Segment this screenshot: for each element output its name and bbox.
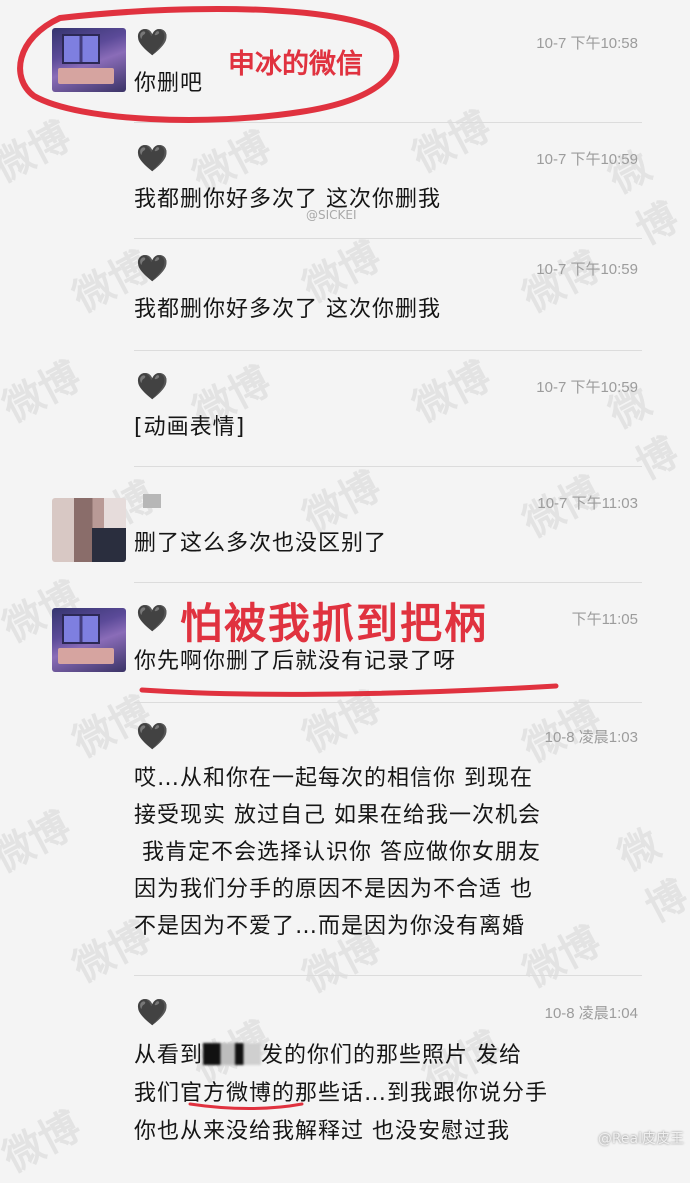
text-segment: 从看到 [134, 1043, 204, 1068]
annotation-underline [139, 683, 559, 697]
weibo-watermark: 微博 [295, 683, 388, 762]
annotation-strokes [17, 5, 559, 1110]
weibo-watermark: 微博 [405, 103, 498, 182]
divider [134, 702, 642, 703]
avatar[interactable] [52, 608, 126, 672]
message-text: [动画表情] [134, 415, 246, 440]
message-time: 10-7 下午10:59 [536, 379, 638, 396]
avatar[interactable] [52, 28, 126, 92]
heart-icon: 🖤 [136, 722, 169, 752]
divider [134, 238, 642, 239]
avatar[interactable] [52, 498, 126, 562]
heart-icon: 🖤 [136, 372, 169, 402]
message-text: 删了这么多次也没区别了 [134, 531, 388, 556]
message-time: 10-7 下午10:59 [536, 151, 638, 168]
message-time: 10-8 凌晨1:03 [544, 729, 638, 746]
heart-icon: 🖤 [136, 144, 169, 174]
message-text: 你删吧 [134, 71, 204, 96]
redacted-name [203, 1043, 262, 1065]
weibo-watermark: 微博 [0, 1103, 88, 1182]
blurred-name [143, 494, 161, 508]
divider [134, 350, 642, 351]
annotation-label: 申冰的微信 [228, 49, 363, 80]
heart-icon: 🖤 [136, 254, 169, 284]
weibo-watermark: 微博 [0, 803, 78, 882]
message-text: 从看到 发的你们的那些照片 发给 [134, 1038, 644, 1074]
message-text: 哎…从和你在一起每次的相信你 到现在 接受现实 放过自己 如果在给我一次机会 我… [134, 766, 541, 939]
message-text: 我都删你好多次了 这次你删我 [134, 187, 441, 212]
divider [134, 582, 642, 583]
message-time: 10-7 下午10:59 [536, 261, 638, 278]
annotation-label: 怕被我抓到把柄 [180, 599, 489, 648]
heart-icon: 🖤 [136, 998, 169, 1028]
message-text: 我们官方微博的那些话…到我跟你说分手 [134, 1081, 549, 1106]
divider [134, 122, 642, 123]
weibo-footer-watermark: @Real皮皮王 [597, 1131, 684, 1147]
message-text: 我都删你好多次了 这次你删我 [134, 297, 441, 322]
message-time: 下午11:05 [571, 611, 638, 628]
message-time: 10-7 下午10:58 [536, 35, 638, 52]
message-time: 10-8 凌晨1:04 [544, 1005, 638, 1022]
divider [134, 975, 642, 976]
heart-icon: 🖤 [136, 604, 169, 634]
heart-icon: 🖤 [136, 28, 169, 58]
weibo-watermark: 微博 [0, 113, 78, 192]
divider [134, 466, 642, 467]
weibo-watermark: 微博 [0, 353, 88, 432]
message-text: 你也从来没给我解释过 也没安慰过我 [134, 1119, 510, 1144]
message-time: 10-7 下午11:03 [537, 495, 638, 512]
text-segment: 发的你们的那些照片 发给 [261, 1043, 523, 1068]
